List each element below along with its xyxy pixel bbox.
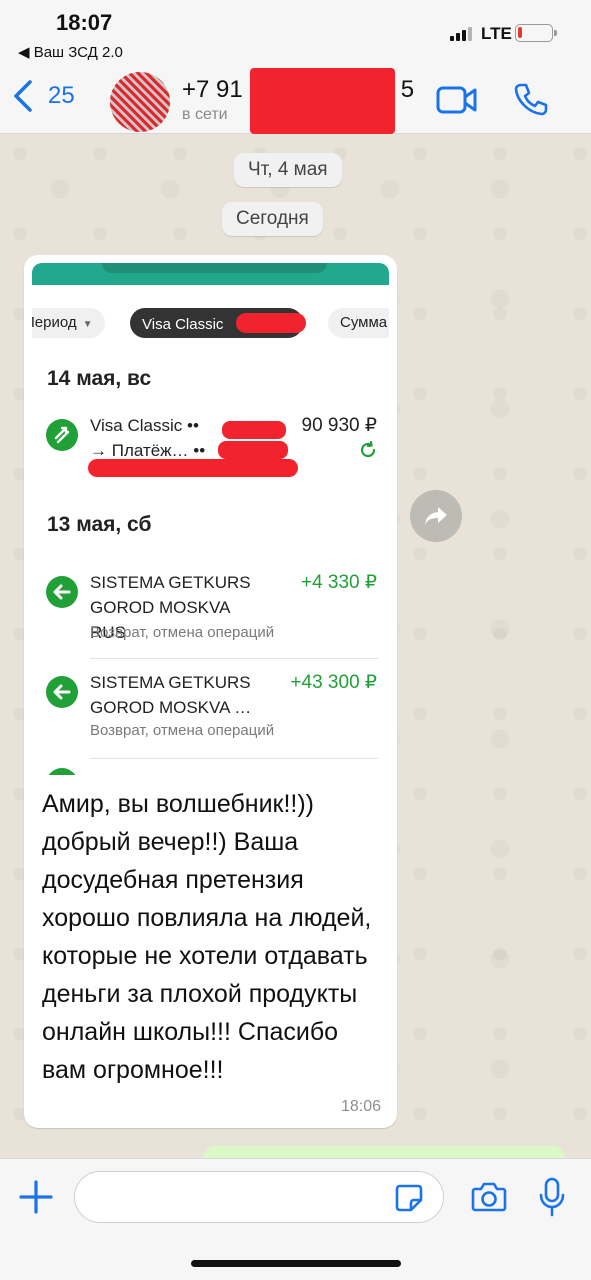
camera-button[interactable] [471,1181,507,1218]
chip-label: Период [32,314,77,331]
avatar[interactable] [110,72,170,132]
divider [90,758,378,759]
home-indicator [191,1260,401,1267]
microphone-button[interactable] [538,1177,566,1222]
attached-screenshot[interactable]: Период▼ Visa Classic✕ Сумма 14 мая, вс V… [32,263,389,775]
plus-icon [19,1180,53,1214]
contact-status: в сети [182,106,228,123]
camera-icon [471,1182,507,1212]
chat-header: 25 +7 91 5 в сети [0,64,591,134]
unread-count: 25 [48,82,75,109]
divider [90,658,378,659]
transaction-name-line1: SISTEMA GETKURS [90,673,251,692]
forward-arrow-icon [425,507,447,525]
network-type: LTE [481,24,512,43]
redaction-mark [88,459,298,477]
screenshot-topbar [32,263,389,285]
filter-chip-sum: Сумма [328,308,389,338]
transaction-category: Возврат, отмена операций [90,722,275,739]
redaction-mark [222,421,286,439]
day-heading: 14 мая, вс [47,367,152,390]
redaction-mark [236,313,306,333]
filter-chip-period: Период ▼ [32,308,105,338]
attach-button[interactable] [18,1179,54,1220]
transaction-name-line2: GOROD MOSKVA … [90,698,252,717]
incoming-message-bubble[interactable]: Период▼ Visa Classic✕ Сумма 14 мая, вс V… [24,255,397,1128]
refresh-icon [359,440,377,464]
forward-button[interactable] [410,490,462,542]
transaction-name: SISTEMA GETKURS GOROD MOSKVA … [90,670,270,720]
status-bar: 18:07 ◀ Ваш ЗСД 2.0 LTE [0,0,591,64]
cellular-signal-icon [450,25,472,41]
chevron-down-icon: ▼ [82,319,93,330]
voice-call-button[interactable] [514,82,548,121]
message-input-bar [0,1158,591,1280]
cut-off-row-icon [46,768,78,775]
message-text: Амир, вы волшебник!!)) добрый вечер!!) В… [42,790,372,1084]
redaction-mark [218,441,288,459]
transaction-category: Возврат, отмена операций [90,624,275,641]
back-button[interactable]: 25 [12,80,75,112]
redaction-mark [250,68,395,134]
transaction-amount: 90 930 ₽ [301,415,377,436]
date-separator-today: Сегодня [222,202,323,236]
transaction-name-line1: SISTEMA GETKURS [90,573,251,592]
status-time: 18:07 [56,10,113,35]
message-time: 18:06 [340,1098,381,1115]
transfer-icon [46,419,78,451]
refund-arrow-icon [46,676,78,708]
battery-icon [515,24,557,42]
chevron-left-icon [14,80,32,112]
video-camera-icon [436,86,477,114]
contact-name-prefix: +7 91 [182,76,243,103]
phone-icon [514,83,548,116]
date-separator: Чт, 4 мая [234,153,342,187]
refund-arrow-icon [46,576,78,608]
transaction-amount: +4 330 ₽ [300,572,377,593]
transaction-amount: +43 300 ₽ [290,672,377,693]
chip-label: Visa Classic [142,316,224,333]
message-input[interactable] [74,1171,444,1223]
back-to-app-link[interactable]: ◀ Ваш ЗСД 2.0 [18,43,123,61]
microphone-icon [539,1177,565,1217]
sticker-icon [395,1184,423,1212]
sticker-button[interactable] [394,1183,424,1218]
contact-name-suffix: 5 [400,76,415,103]
day-heading: 13 мая, сб [47,513,152,536]
video-call-button[interactable] [436,86,478,119]
